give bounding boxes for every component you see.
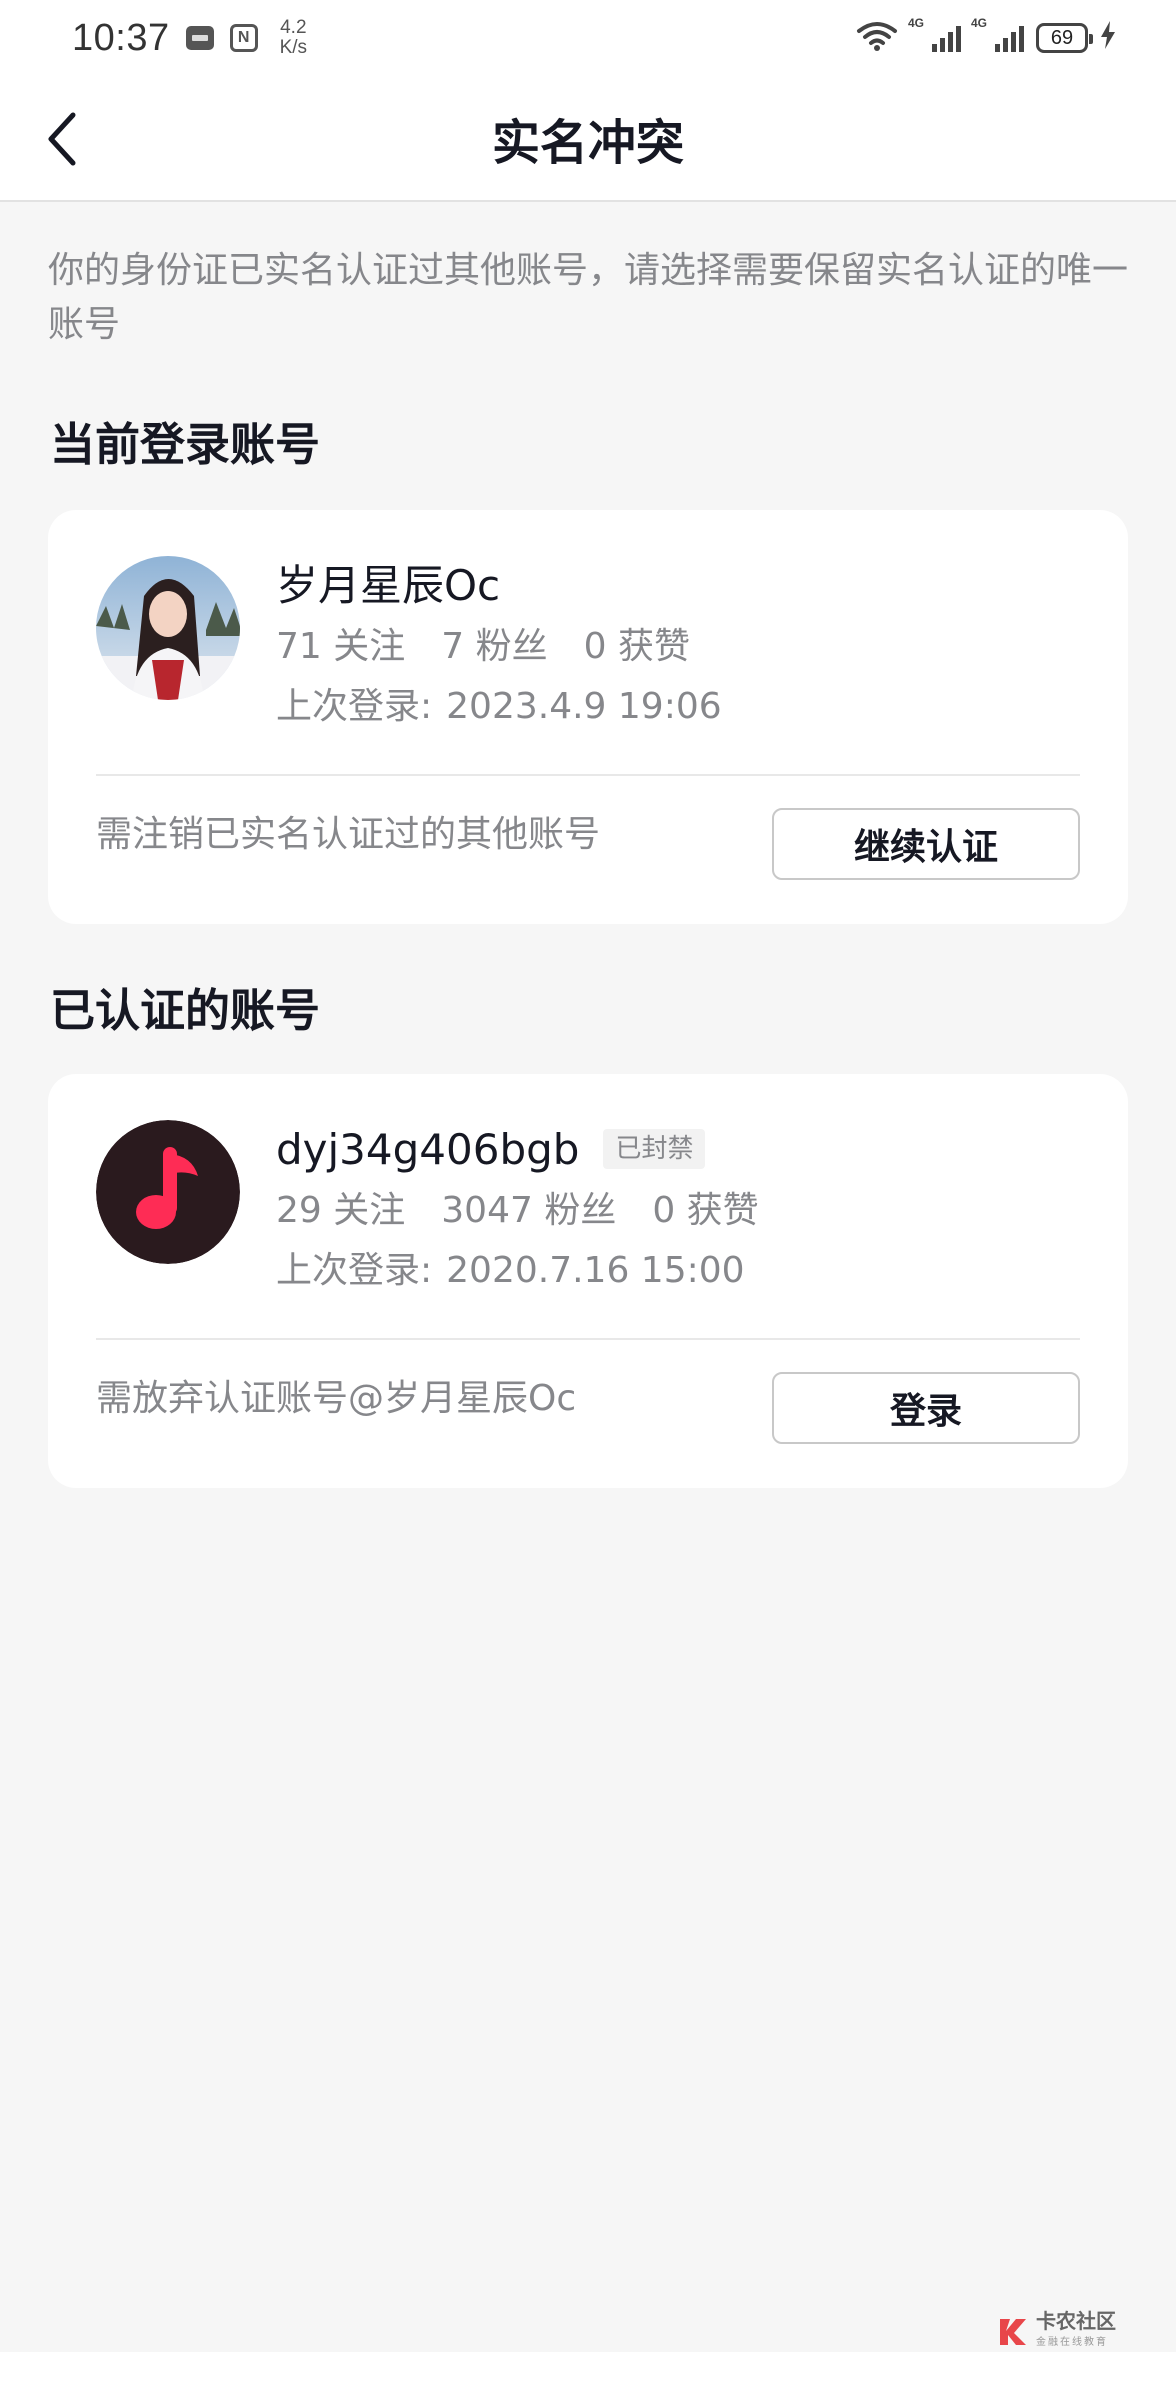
last-login-label: 上次登录: [276,1250,433,1291]
battery-icon: 69 [1036,23,1093,53]
account-name: 岁月星辰Oc [276,561,501,610]
status-left: 10:37 N 4.2 K/s [72,17,307,60]
signal-icon-2: 4G [971,16,1024,52]
signal-icon-1: 4G [908,16,961,52]
last-login: 上次登录: 2023.4.9 19:06 [276,682,722,732]
notification-icon [185,26,214,50]
watermark-main: 卡农社区 [1036,2309,1116,2333]
account-name: dyj34g406bgb 已封禁 [276,1120,706,1180]
speed-value: 4.2 [280,17,307,38]
bolt-icon [1100,20,1116,56]
nav-bar: 实名冲突 [0,76,1176,202]
current-account-card: 岁月星辰Oc 71 关注 7 粉丝 0 获赞 上次登录: 2023.4.9 19… [48,510,1128,924]
likes-count: 0 获赞 [652,1190,759,1231]
intro-text: 你的身份证已实名认证过其他账号，请选择需要保留实名认证的唯一账号 [48,250,1129,345]
status-badge: 已封禁 [603,1128,706,1169]
watermark-logo-icon [1000,2319,1026,2345]
last-login-value: 2020.7.16 15:00 [446,1250,745,1291]
nfc-icon: N [229,24,258,52]
net1-label: 4G [908,16,925,30]
speed-unit: K/s [279,37,308,58]
battery-level: 69 [1050,26,1074,49]
status-right: 4G 4G 69 [856,16,1116,56]
wifi-icon [856,20,898,56]
followers-count: 7 粉丝 [441,626,548,667]
last-login-value: 2023.4.9 19:06 [446,686,722,727]
following-count: 71 关注 [276,626,406,667]
account-stats: 29 关注 3047 粉丝 0 获赞 [276,1186,759,1236]
card-divider [96,774,1080,776]
verified-account-card: dyj34g406bgb 已封禁 29 关注 3047 粉丝 0 获赞 上次登录:… [48,1074,1128,1488]
network-speed: 4.2 K/s [280,18,307,58]
card-note: 需放弃认证账号@岁月星辰Oc [96,1378,577,1419]
status-time: 10:37 [72,16,170,59]
login-button[interactable]: 登录 [772,1372,1080,1444]
avatar[interactable] [96,1120,240,1264]
last-login-label: 上次登录: [276,686,433,727]
account-stats: 71 关注 7 粉丝 0 获赞 [276,622,690,672]
page-title: 实名冲突 [491,115,684,171]
status-bar: 10:37 N 4.2 K/s 4G 4G 69 [0,0,1176,76]
verified-account-section-title: 已认证的账号 [50,984,321,1037]
followers-count: 3047 粉丝 [441,1190,617,1231]
account-name-text: dyj34g406bgb [276,1125,580,1174]
bottom-strip [0,2352,1176,2400]
continue-verify-button[interactable]: 继续认证 [772,808,1080,880]
net2-label: 4G [971,16,988,30]
current-account-section-title: 当前登录账号 [50,418,321,471]
watermark: 卡农社区 金融在线教育 [996,2310,1116,2354]
card-divider [96,1338,1080,1340]
watermark-sub: 金融在线教育 [1036,2337,1108,2348]
last-login: 上次登录: 2020.7.16 15:00 [276,1246,745,1296]
card-note: 需注销已实名认证过的其他账号 [96,814,601,855]
likes-count: 0 获赞 [583,626,690,667]
avatar[interactable] [96,556,240,700]
following-count: 29 关注 [276,1190,406,1231]
